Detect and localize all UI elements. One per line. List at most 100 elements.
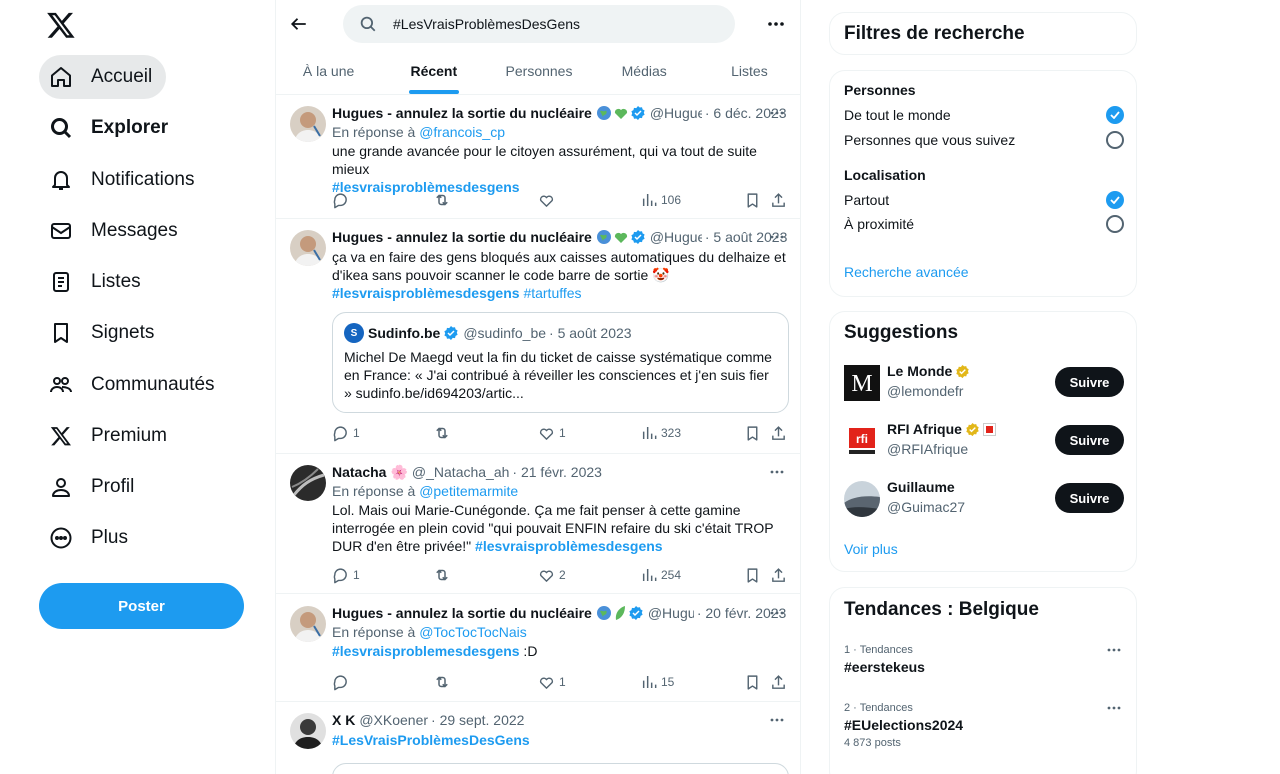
like-button[interactable]: 1: [538, 423, 566, 443]
x-logo-icon[interactable]: [46, 10, 76, 40]
avatar[interactable]: [290, 465, 326, 501]
hashtag-link[interactable]: #tartuffes: [523, 285, 581, 301]
see-more-link[interactable]: Voir plus: [844, 541, 898, 557]
search-input[interactable]: [393, 16, 713, 32]
nav-notifications[interactable]: Notifications: [39, 158, 209, 202]
search-box[interactable]: [343, 5, 735, 43]
tweet-date[interactable]: · 21 févr. 2023: [512, 464, 602, 480]
nav-communities[interactable]: Communautés: [39, 363, 229, 407]
avatar[interactable]: [290, 713, 326, 749]
tweet-more-icon[interactable]: [766, 711, 788, 729]
tweet[interactable]: Hugues - annulez la sortie du nucléaire …: [276, 596, 800, 702]
bookmark-button[interactable]: [744, 190, 761, 210]
hashtag-link[interactable]: #LesVraisProblèmesDesGens: [332, 732, 530, 748]
suggestion-item[interactable]: rfi RFI Afrique @RFIAfrique Suivre: [844, 419, 1124, 463]
reply-button[interactable]: 1: [332, 565, 360, 585]
tab-lists[interactable]: Listes: [697, 48, 800, 94]
author-handle[interactable]: @XKoener: [359, 712, 428, 728]
hashtag-link[interactable]: #lesvraisproblèmesdesgens: [332, 285, 520, 301]
author-handle[interactable]: @_Natacha_ah: [412, 464, 510, 480]
author-handle[interactable]: @Hugu: [648, 605, 694, 621]
tab-top[interactable]: À la une: [276, 48, 381, 94]
back-arrow-icon[interactable]: [286, 11, 312, 37]
trend-more-icon[interactable]: [1104, 642, 1124, 658]
avatar[interactable]: [844, 481, 880, 517]
author-handle[interactable]: @Hugue: [650, 105, 702, 121]
avatar[interactable]: rfi: [844, 423, 880, 459]
follow-button[interactable]: Suivre: [1055, 367, 1124, 397]
suggestion-item[interactable]: M Le Monde @lemondefr Suivre: [844, 361, 1124, 405]
tab-media[interactable]: Médias: [592, 48, 697, 94]
suggestion-name[interactable]: Guillaume: [887, 479, 955, 495]
views-button[interactable]: 15: [641, 672, 674, 692]
tab-people[interactable]: Personnes: [486, 48, 591, 94]
follow-button[interactable]: Suivre: [1055, 425, 1124, 455]
author-name[interactable]: Hugues - annulez la sortie du nucléaire: [332, 105, 592, 121]
tweet-more-icon[interactable]: [766, 463, 788, 481]
suggestion-name[interactable]: Le Monde: [887, 363, 970, 379]
radio-checked-icon[interactable]: [1106, 191, 1124, 209]
views-button[interactable]: 254: [641, 565, 681, 585]
author-handle[interactable]: @Hugue: [650, 229, 702, 245]
more-options-icon[interactable]: [764, 12, 788, 36]
bookmark-button[interactable]: [744, 672, 761, 692]
nav-profile[interactable]: Profil: [39, 465, 148, 509]
avatar[interactable]: [290, 230, 326, 266]
reply-mention-link[interactable]: @francois_cp: [419, 124, 505, 140]
retweet-button[interactable]: [433, 565, 451, 585]
advanced-search-link[interactable]: Recherche avancée: [844, 264, 969, 280]
tweet-date[interactable]: · 29 sept. 2022: [431, 712, 524, 728]
retweet-button[interactable]: [433, 423, 451, 443]
reply-mention-link[interactable]: @petitemarmite: [419, 483, 518, 499]
author-name[interactable]: Hugues - annulez la sortie du nucléaire: [332, 229, 592, 245]
trend-more-icon[interactable]: [1104, 700, 1124, 716]
reply-mention-link[interactable]: @TocTocTocNais: [419, 624, 527, 640]
nav-home[interactable]: Accueil: [39, 55, 167, 99]
reply-button[interactable]: 1: [332, 423, 360, 443]
post-button[interactable]: Poster: [39, 583, 244, 629]
retweet-button[interactable]: [433, 190, 451, 210]
nav-explore[interactable]: Explorer: [39, 106, 182, 150]
like-button[interactable]: [538, 190, 555, 210]
nav-messages[interactable]: Messages: [39, 209, 192, 253]
trend-item[interactable]: 2 · Tendances #EUelections2024 4 873 pos…: [844, 702, 1124, 749]
tweet[interactable]: Natacha 🌸 @_Natacha_ah · 21 févr. 2023 E…: [276, 455, 800, 594]
tweet[interactable]: Hugues - annulez la sortie du nucléaire …: [276, 220, 800, 454]
filter-option-everyone[interactable]: De tout le monde: [844, 104, 1124, 126]
share-button[interactable]: [770, 672, 787, 692]
views-button[interactable]: 323: [641, 423, 681, 443]
suggestion-name[interactable]: RFI Afrique: [887, 421, 996, 437]
nav-premium[interactable]: Premium: [39, 414, 181, 458]
tweet-more-icon[interactable]: [766, 104, 788, 122]
author-name[interactable]: X K: [332, 712, 355, 728]
author-name[interactable]: Hugues - annulez la sortie du nucléaire: [332, 605, 592, 621]
suggestion-item[interactable]: Guillaume @Guimac27 Suivre: [844, 477, 1124, 521]
tweet[interactable]: X K @XKoener · 29 sept. 2022 #LesVraisPr…: [276, 703, 800, 774]
avatar[interactable]: M: [844, 365, 880, 401]
like-button[interactable]: 1: [538, 672, 566, 692]
quoted-tweet[interactable]: [332, 763, 789, 774]
avatar[interactable]: [290, 606, 326, 642]
retweet-button[interactable]: [433, 672, 451, 692]
nav-lists[interactable]: Listes: [39, 260, 155, 304]
tab-latest[interactable]: Récent: [381, 48, 486, 94]
quoted-tweet[interactable]: S Sudinfo.be @sudinfo_be · 5 août 2023 M…: [332, 312, 789, 413]
share-button[interactable]: [770, 565, 787, 585]
hashtag-link[interactable]: #lesvraisproblemesdesgens: [332, 643, 520, 659]
bookmark-button[interactable]: [744, 423, 761, 443]
radio-checked-icon[interactable]: [1106, 106, 1124, 124]
follow-button[interactable]: Suivre: [1055, 483, 1124, 513]
share-button[interactable]: [770, 190, 787, 210]
author-name[interactable]: Natacha: [332, 464, 386, 480]
filter-option-following[interactable]: Personnes que vous suivez: [844, 129, 1124, 151]
hashtag-link[interactable]: #lesvraisproblèmesdesgens: [475, 538, 663, 554]
radio-unchecked-icon[interactable]: [1106, 131, 1124, 149]
nav-more[interactable]: Plus: [39, 516, 142, 560]
reply-button[interactable]: [332, 190, 349, 210]
filter-option-anywhere[interactable]: Partout: [844, 189, 1124, 211]
reply-button[interactable]: [332, 672, 349, 692]
radio-unchecked-icon[interactable]: [1106, 215, 1124, 233]
tweet-more-icon[interactable]: [766, 228, 788, 246]
share-button[interactable]: [770, 423, 787, 443]
bookmark-button[interactable]: [744, 565, 761, 585]
